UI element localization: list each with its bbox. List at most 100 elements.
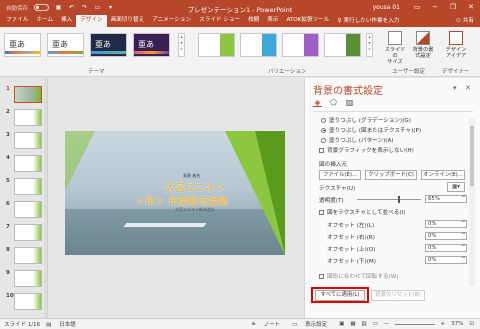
fit-slide-icon[interactable]: ⊡ xyxy=(469,321,474,327)
slide-title-line1[interactable]: 大宮ユニオン xyxy=(165,179,225,194)
variation-3[interactable] xyxy=(282,33,319,57)
thumbnail-slide[interactable]: 9 xyxy=(6,270,44,287)
tab-animations[interactable]: アニメーション xyxy=(148,15,195,27)
thumbnail-image xyxy=(14,201,42,218)
scroll-thumb[interactable] xyxy=(470,126,474,186)
online-button[interactable]: オンライン(E)... xyxy=(421,170,465,180)
slide-title-line2[interactable]: ＜年＞ 年度販売提案 xyxy=(135,193,228,208)
checkbox[interactable] xyxy=(319,273,324,279)
present-icon[interactable]: ▭ xyxy=(94,4,101,11)
design-ideas-button[interactable]: デザイン アイデア xyxy=(442,31,470,59)
tab-review[interactable]: 校閲 xyxy=(244,15,263,27)
display-settings-button[interactable]: ▭ 表示設定 xyxy=(292,320,333,328)
offset-top-spinner[interactable]: 0% xyxy=(425,244,467,252)
close-icon[interactable]: ✕ xyxy=(462,0,480,15)
tab-design[interactable]: デザイン xyxy=(76,15,107,27)
theme-dark[interactable]: 亜あ xyxy=(90,33,127,57)
transparency-slider[interactable] xyxy=(357,196,421,203)
tab-view[interactable]: 表示 xyxy=(263,15,282,27)
tab-home[interactable]: ホーム xyxy=(32,15,57,27)
notes-button[interactable]: ≙ ノート xyxy=(251,320,286,328)
thumbnail-image xyxy=(14,270,42,287)
save-icon[interactable]: ▣ xyxy=(55,4,62,11)
maximize-icon[interactable]: ❐ xyxy=(444,0,462,15)
language-indicator[interactable]: ▤ 日本語 xyxy=(46,320,81,328)
tell-me-search[interactable]: ♀ 実行したい作業を入力 xyxy=(337,15,399,27)
variation-1[interactable] xyxy=(198,33,235,57)
checkbox[interactable] xyxy=(319,147,324,153)
file-button[interactable]: ファイル(E)... xyxy=(319,170,361,180)
variation-gallery-scroll[interactable]: ▴ ▾ ▿ xyxy=(366,33,373,57)
sorter-view-icon[interactable]: ▦ xyxy=(350,321,355,327)
offset-right-spinner[interactable]: 0% xyxy=(425,232,467,240)
slider-knob[interactable] xyxy=(397,196,400,203)
zoom-out-icon[interactable]: − xyxy=(384,321,389,327)
theme-gallery-scroll[interactable]: ▴ ▾ ▿ xyxy=(178,33,185,57)
thumbnail-image xyxy=(14,132,42,149)
hide-background-graphics-option[interactable]: 背景グラフィックを表示しない(H) xyxy=(319,146,414,154)
tile-texture-option[interactable]: 図をテクスチャとして並べる(I) xyxy=(319,208,405,216)
transparency-spinner[interactable]: 65% xyxy=(425,195,467,203)
thumbnail-slide[interactable]: 2 xyxy=(6,109,44,126)
customize-icon[interactable]: ▾ xyxy=(107,4,114,11)
reset-background-button[interactable]: 背景のリセット(B) xyxy=(371,290,425,301)
rotate-with-shape-option[interactable]: 図形に合わせて回転する(W) xyxy=(319,272,398,280)
clipboard-button[interactable]: クリップボード(C) xyxy=(365,170,417,180)
background-format-button[interactable]: 背景の書 式設定 xyxy=(412,31,434,59)
close-icon[interactable]: ✕ xyxy=(465,84,471,92)
thumbnail-slide[interactable]: 8 xyxy=(6,247,44,264)
tab-atok[interactable]: ATOK拡張ツール xyxy=(282,15,333,27)
fill-bucket-icon[interactable]: ◈ xyxy=(313,98,322,107)
thumbnail-slide[interactable]: 5 xyxy=(6,178,44,195)
share-button[interactable]: ⚇ 共有 xyxy=(456,16,480,27)
theme-purple[interactable]: 亜あ xyxy=(133,33,170,57)
zoom-level[interactable]: 37% xyxy=(451,321,463,327)
variation-4[interactable] xyxy=(324,33,361,57)
undo-icon[interactable]: ↶ xyxy=(68,4,75,11)
zoom-in-icon[interactable]: + xyxy=(441,321,446,327)
tab-transitions[interactable]: 画面切り替え xyxy=(107,15,149,27)
variation-2[interactable] xyxy=(240,33,277,57)
offset-bottom-spinner[interactable]: 0% xyxy=(425,256,467,264)
theme-office-2[interactable]: 亜あ xyxy=(47,33,84,57)
autosave-toggle[interactable] xyxy=(34,4,50,11)
reading-view-icon[interactable]: ▥ xyxy=(362,321,367,327)
radio-button[interactable] xyxy=(321,117,326,123)
thumbnail-slide[interactable]: 4 xyxy=(6,155,44,172)
fill-picture-option[interactable]: 塗りつぶし (図またはテクスチャ)(P) xyxy=(321,126,421,134)
thumbnail-slide[interactable]: 7 xyxy=(6,224,44,241)
tab-slideshow[interactable]: スライド ショー xyxy=(195,15,244,27)
thumbnail-scrollbar[interactable] xyxy=(44,78,47,318)
redo-icon[interactable]: ↷ xyxy=(81,4,88,11)
pane-scrollbar[interactable] xyxy=(469,118,475,286)
slide-canvas[interactable]: 発表 者名 大宮ユニオン ＜年＞ 年度販売提案 大宮ユニオン株式会社 xyxy=(65,131,285,255)
tab-file[interactable]: ファイル xyxy=(2,15,32,27)
zoom-slider[interactable] xyxy=(394,323,435,325)
slideshow-view-icon[interactable]: ▭ xyxy=(373,321,378,327)
thumbnail-slide[interactable]: 1 xyxy=(6,86,44,103)
notes-label: ノート xyxy=(263,322,281,328)
minimize-icon[interactable]: − xyxy=(426,0,444,15)
radio-button[interactable] xyxy=(321,127,326,133)
theme-office[interactable]: 亜あ xyxy=(4,33,41,57)
fill-gradient-option[interactable]: 塗りつぶし (グラデーション)(G) xyxy=(321,116,411,124)
thumbnail-slide[interactable]: 6 xyxy=(6,201,44,218)
thumbnail-slide[interactable]: 10 xyxy=(6,293,44,310)
slide-size-button[interactable]: スライドの サイズ xyxy=(384,31,406,65)
option-label: 塗りつぶし (グラデーション)(G) xyxy=(329,118,411,124)
user-name[interactable]: yousa 01 xyxy=(373,4,400,11)
pentagon-effects-icon[interactable]: ⬠ xyxy=(329,98,338,107)
thumbnail-slide[interactable]: 3 xyxy=(6,132,44,149)
radio-button[interactable] xyxy=(321,137,326,143)
pane-options-icon[interactable]: ▾ xyxy=(453,84,457,92)
slide-subtitle[interactable]: 大宮ユニオン株式会社 xyxy=(175,207,215,213)
ribbon-display-icon[interactable]: ▭ xyxy=(408,0,426,15)
picture-icon[interactable]: ▨ xyxy=(345,98,354,107)
checkbox[interactable] xyxy=(319,209,324,215)
tab-insert[interactable]: 挿入 xyxy=(57,15,76,27)
texture-picker[interactable]: ▦▾ xyxy=(447,182,465,192)
fill-pattern-option[interactable]: 塗りつぶし (パターン)(A) xyxy=(321,136,393,144)
normal-view-icon[interactable]: ▣ xyxy=(339,321,344,327)
title-bar-right: yousa 01 ▭ − ❐ ✕ xyxy=(373,0,480,15)
offset-left-spinner[interactable]: 0% xyxy=(425,220,467,228)
